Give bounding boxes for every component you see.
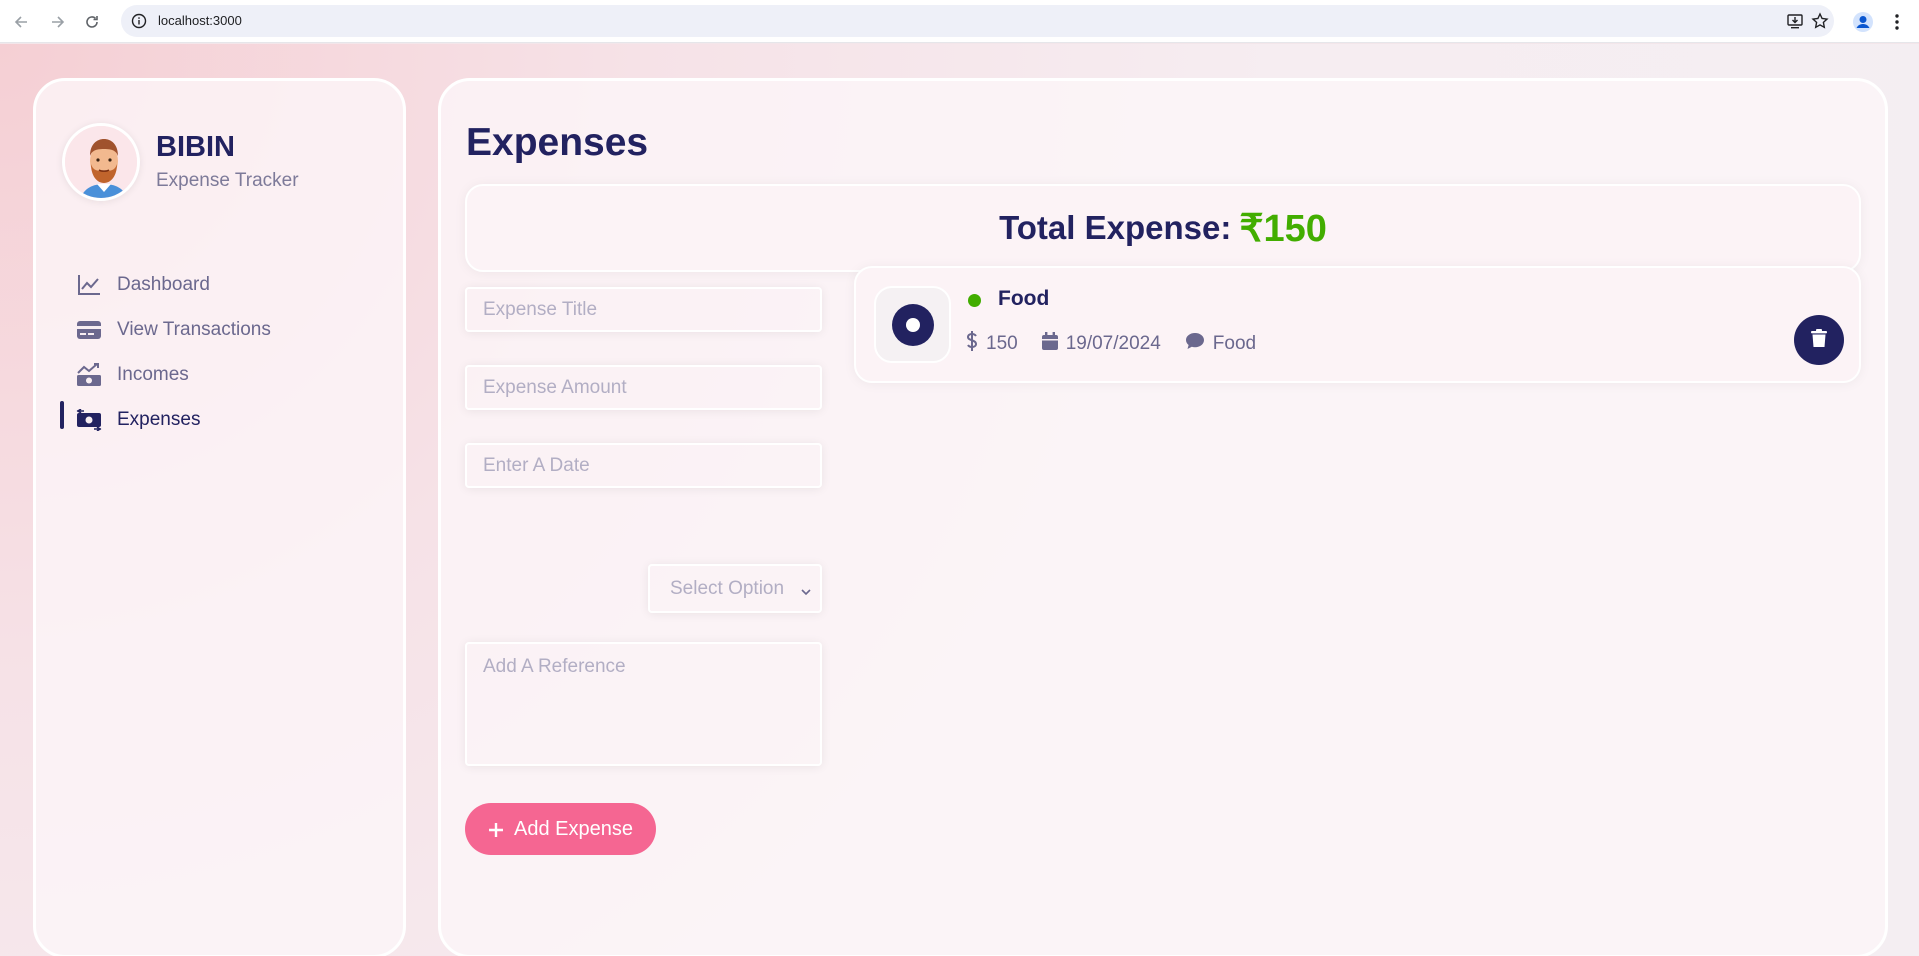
main-panel: Expenses Total Expense: ₹150 Select Opti…	[438, 78, 1888, 956]
expense-description-value: Food	[1212, 333, 1257, 354]
total-expense-card: Total Expense: ₹150	[465, 184, 1861, 272]
calendar-icon	[1041, 332, 1066, 356]
browser-toolbar: localhost:3000	[0, 0, 1919, 43]
page-title: Expenses	[466, 121, 649, 164]
expense-amount-value: 150	[986, 333, 1018, 354]
chart-line-icon	[76, 273, 102, 297]
reference-textarea[interactable]	[465, 642, 822, 766]
add-expense-label: Add Expense	[514, 817, 633, 840]
user-name: BIBIN	[156, 131, 235, 163]
expense-date-value: 19/07/2024	[1065, 333, 1161, 354]
forward-icon[interactable]	[45, 10, 69, 34]
active-indicator	[60, 401, 64, 429]
sidebar-item-view-transactions[interactable]: View Transactions	[76, 313, 271, 347]
sidebar-item-label: View Transactions	[117, 319, 271, 340]
expense-amount: 150	[966, 331, 1018, 357]
sidebar-item-label: Dashboard	[117, 274, 210, 295]
credit-card-icon	[76, 318, 102, 342]
bookmark-star-icon[interactable]	[1811, 12, 1829, 30]
browser-menu-icon[interactable]	[1885, 10, 1909, 34]
profile-icon[interactable]	[1851, 10, 1875, 34]
sidebar-item-label: Incomes	[117, 364, 189, 385]
install-app-icon[interactable]	[1786, 12, 1804, 30]
expense-item-meta: 150 19/07/2024 Food	[966, 330, 1280, 358]
dollar-icon	[966, 331, 986, 357]
app-background: BIBIN Expense Tracker Dashboard View Tra…	[0, 44, 1919, 956]
money-bill-transfer-icon	[76, 408, 102, 432]
sidebar-item-incomes[interactable]: Incomes	[76, 358, 189, 392]
expense-item: Food 150 19/07/2024 Food	[854, 266, 1861, 383]
expense-item-title: Food	[998, 287, 1050, 310]
avatar	[62, 123, 140, 201]
sidebar: BIBIN Expense Tracker Dashboard View Tra…	[33, 78, 406, 956]
category-select[interactable]: Select Option	[648, 564, 822, 613]
site-info-icon[interactable]	[131, 13, 147, 29]
chevron-down-icon	[800, 582, 812, 596]
expense-date-input[interactable]	[465, 443, 822, 488]
circle-dot-icon	[874, 286, 951, 363]
user-subtitle: Expense Tracker	[156, 170, 299, 191]
sidebar-item-expenses[interactable]: Expenses	[76, 403, 200, 437]
sidebar-item-label: Expenses	[117, 409, 201, 430]
total-expense-amount: ₹150	[1239, 207, 1327, 250]
expense-description: Food	[1185, 332, 1256, 356]
status-dot	[968, 294, 981, 307]
expense-amount-input[interactable]	[465, 365, 822, 410]
expense-date: 19/07/2024	[1041, 332, 1161, 356]
back-icon[interactable]	[10, 10, 34, 34]
add-expense-button[interactable]: Add Expense	[465, 803, 656, 855]
comment-icon	[1185, 332, 1213, 356]
sidebar-item-dashboard[interactable]: Dashboard	[76, 268, 210, 302]
url-text: localhost:3000	[158, 13, 242, 28]
category-select-value: Select Option	[670, 577, 785, 599]
plus-icon	[488, 821, 504, 837]
delete-expense-button[interactable]	[1794, 315, 1844, 365]
total-expense-label: Total Expense:	[999, 209, 1232, 246]
trash-icon	[1811, 328, 1827, 352]
address-bar[interactable]: localhost:3000	[121, 5, 1834, 37]
money-bill-trend-up-icon	[76, 363, 102, 387]
expense-title-input[interactable]	[465, 287, 822, 332]
reload-icon[interactable]	[80, 10, 104, 34]
